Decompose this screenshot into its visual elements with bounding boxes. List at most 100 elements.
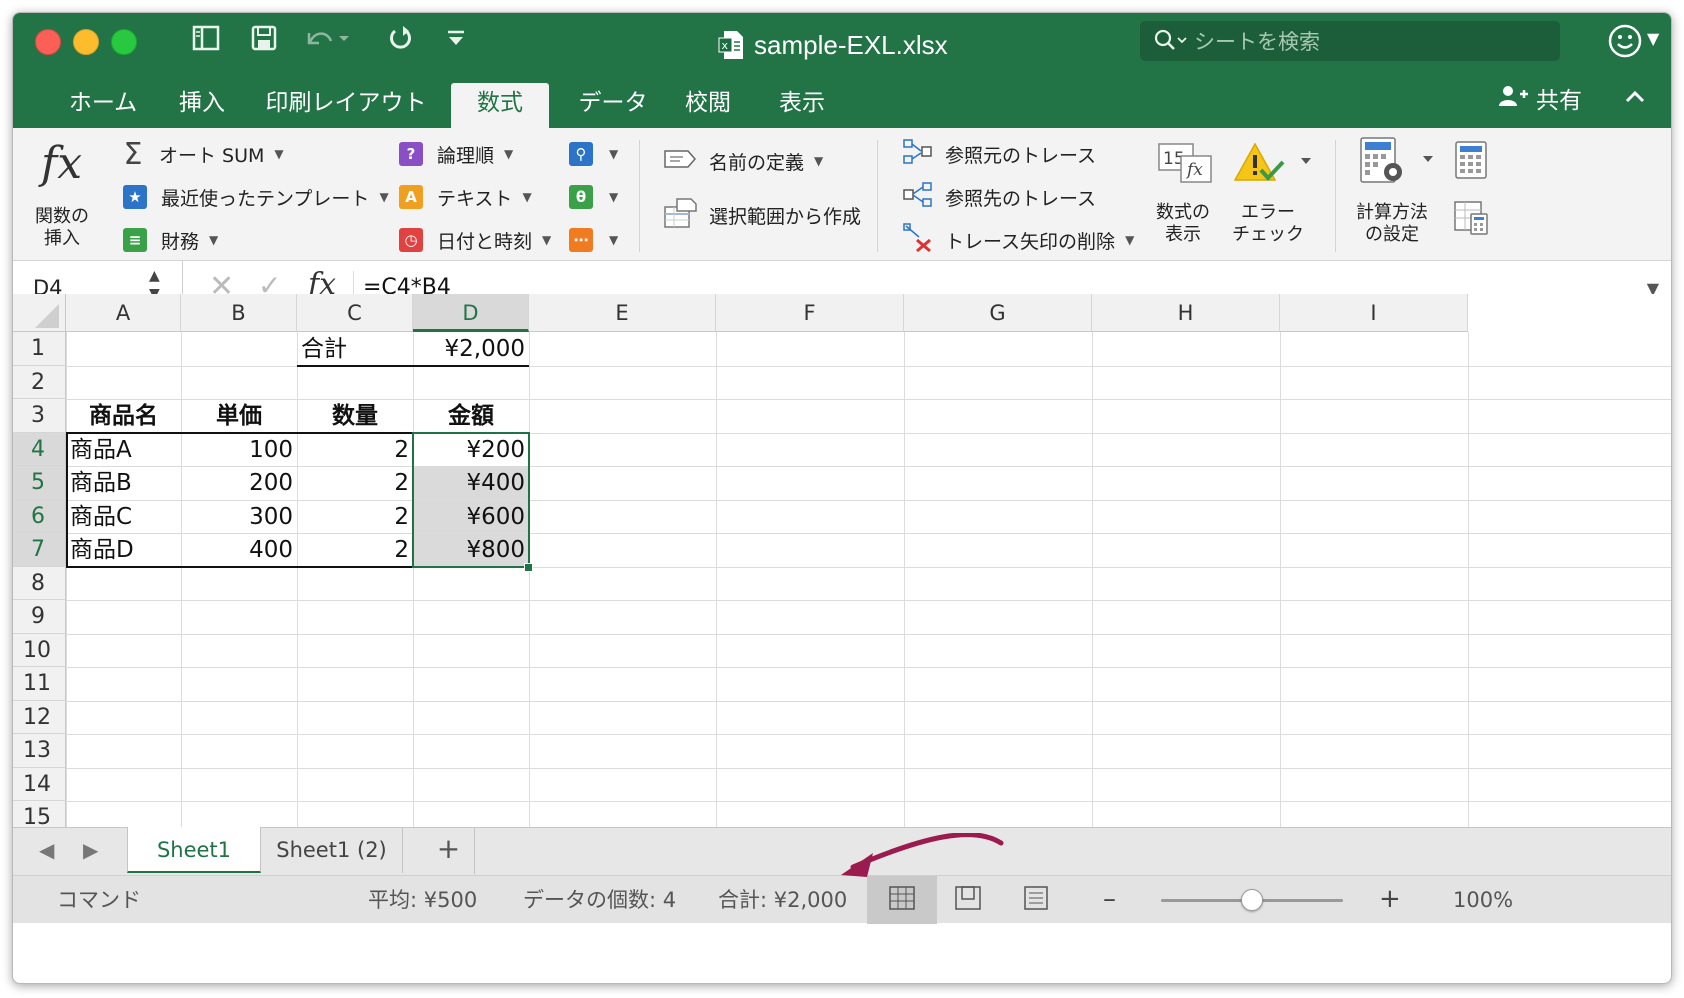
trace-precedents-button[interactable]: 参照元のトレース [903,138,1096,168]
cell-b4[interactable]: 100 [181,434,297,468]
question-icon: ? [399,142,423,166]
undo-icon[interactable] [303,23,349,61]
tab-home[interactable]: ホーム [45,83,161,128]
column-header-b[interactable]: B [181,294,297,332]
cell-c3[interactable]: 数量 [297,400,413,434]
cell-c1[interactable]: 合計 [297,333,413,367]
calculate-now-icon[interactable] [1453,140,1489,184]
create-from-selection-button[interactable]: 選択範囲から作成 [663,197,861,232]
row-header-11[interactable]: 11 [13,667,66,701]
save-icon[interactable] [249,23,279,61]
tab-view[interactable]: 表示 [765,83,839,128]
search-icon [1154,29,1187,53]
more-functions-button[interactable]: ⋯ ▼ [569,226,618,254]
math-button[interactable]: θ ▼ [569,183,618,211]
tab-page-layout[interactable]: 印刷レイアウト [256,83,436,128]
zoom-in-button[interactable]: + [1379,876,1401,922]
column-header-h[interactable]: H [1092,294,1280,332]
show-formulas-button[interactable]: 15 fx 数式の 表示 [1147,140,1219,250]
column-header-i[interactable]: I [1280,294,1468,332]
row-header-1[interactable]: 1 [13,332,66,366]
cell-c4[interactable]: 2 [297,434,413,468]
share-button[interactable]: 共有 [1498,81,1582,121]
text-button[interactable]: A テキスト ▼ [399,183,532,211]
cell-a3[interactable]: 商品名 [66,400,181,434]
row-header-10[interactable]: 10 [13,633,66,667]
error-checking-button[interactable]: エラー チェック [1231,140,1323,250]
calculate-sheet-icon[interactable] [1453,198,1489,242]
row-header-4[interactable]: 4 [13,432,66,466]
chevron-down-icon[interactable]: ▼ [1647,29,1659,48]
tab-formulas[interactable]: 数式 [451,83,549,128]
lookup-button[interactable]: ⚲ ▼ [569,140,618,168]
define-name-button[interactable]: 名前の定義 ▼ [663,146,823,176]
trace-dependents-button[interactable]: 参照先のトレース [903,181,1096,211]
column-header-a[interactable]: A [66,294,181,332]
datetime-button[interactable]: ◷ 日付と時刻 ▼ [399,226,551,254]
sheet-tab[interactable]: Sheet1 [127,827,261,873]
sheet-tab[interactable]: Sheet1 (2) [261,827,403,873]
tab-insert[interactable]: 挿入 [163,83,241,128]
calculation-options-button[interactable]: 計算方法 の設定 [1347,136,1443,252]
column-header-d[interactable]: D [413,294,529,332]
row-header-5[interactable]: 5 [13,466,66,500]
chevron-down-icon: ▼ [274,147,284,161]
add-sheet-button[interactable]: + [423,828,475,874]
worksheet-grid[interactable]: A B C D E F G H I 1 2 3 4 5 6 7 8 9 10 11 12 13 14 15 合計 ¥2,000 商品… [13,294,1671,828]
logical-button[interactable]: ? 論理順 ▼ [399,140,513,168]
row-header-14[interactable]: 14 [13,767,66,801]
zoom-out-button[interactable]: – [1103,876,1116,922]
row-header-15[interactable]: 15 [13,801,66,828]
zoom-window-button[interactable] [111,29,137,55]
zoom-slider-knob[interactable] [1241,889,1263,911]
row-header-8[interactable]: 8 [13,566,66,600]
row-header-13[interactable]: 13 [13,734,66,768]
row-header-7[interactable]: 7 [13,533,66,567]
selection-range[interactable] [412,431,530,568]
cell-a6[interactable]: 商品C [66,501,181,535]
cell-a7[interactable]: 商品D [66,534,181,568]
cell-b3[interactable]: 単価 [181,400,297,434]
autosum-button[interactable]: Σ オート SUM ▼ [119,137,284,172]
zoom-level[interactable]: 100% [1453,876,1513,924]
recently-used-button[interactable]: ★ 最近使ったテンプレート ▼ [123,183,389,211]
feedback-smiley-icon[interactable] [1607,23,1643,59]
row-header-3[interactable]: 3 [13,399,66,433]
column-header-e[interactable]: E [529,294,716,332]
cell-b5[interactable]: 200 [181,467,297,501]
column-header-f[interactable]: F [716,294,904,332]
remove-arrows-button[interactable]: トレース矢印の削除 ▼ [903,222,1134,254]
select-all-corner[interactable] [13,294,66,332]
cell-c5[interactable]: 2 [297,467,413,501]
row-header-6[interactable]: 6 [13,499,66,533]
excel-window: x sample-EXL.xlsx シートを検索 ▼ ホーム 挿入 印刷レイアウ… [12,12,1672,984]
cell-d1[interactable]: ¥2,000 [413,333,529,367]
row-header-2[interactable]: 2 [13,365,66,399]
close-window-button[interactable] [35,29,61,55]
row-header-12[interactable]: 12 [13,700,66,734]
cell-c6[interactable]: 2 [297,501,413,535]
cell-a4[interactable]: 商品A [66,434,181,468]
sidebar-toggle-icon[interactable] [191,23,221,61]
status-count: データの個数: 4 [523,888,677,912]
financial-button[interactable]: ≡ 財務 ▼ [123,226,218,254]
sheet-search-input[interactable]: シートを検索 [1140,21,1560,61]
customize-toolbar-icon[interactable] [445,23,467,61]
collapse-ribbon-icon[interactable] [1623,81,1647,121]
previous-sheet-icon[interactable]: ◀ [39,838,54,862]
insert-function-button[interactable]: fx 関数の 挿入 [31,138,93,249]
column-header-g[interactable]: G [904,294,1092,332]
column-header-c[interactable]: C [297,294,413,332]
cell-c7[interactable]: 2 [297,534,413,568]
next-sheet-icon[interactable]: ▶ [83,838,98,862]
cell-b7[interactable]: 400 [181,534,297,568]
redo-icon[interactable] [385,23,415,61]
tab-data[interactable]: データ [568,83,658,128]
minimize-window-button[interactable] [73,29,99,55]
tab-review[interactable]: 校閲 [671,83,745,128]
cell-b6[interactable]: 300 [181,501,297,535]
cell-d3[interactable]: 金額 [413,400,529,434]
fill-handle[interactable] [524,562,533,572]
row-header-9[interactable]: 9 [13,600,66,634]
cell-a5[interactable]: 商品B [66,467,181,501]
